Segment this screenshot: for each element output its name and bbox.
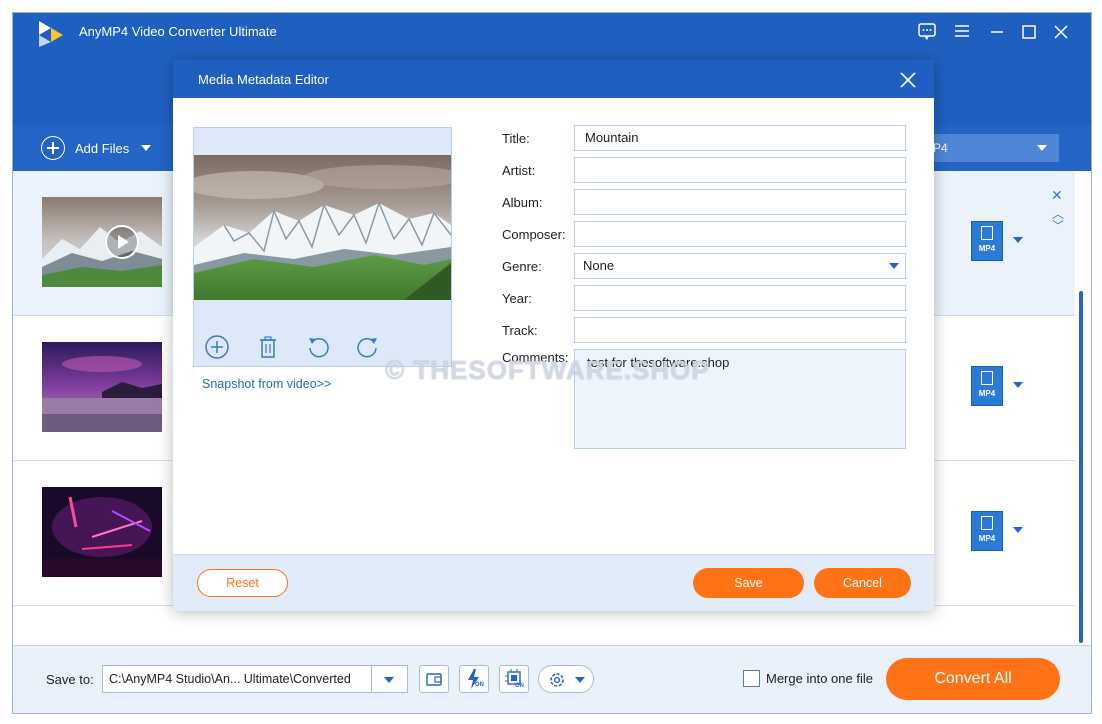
album-label: Album: bbox=[502, 195, 543, 210]
open-folder-button[interactable] bbox=[419, 665, 449, 693]
snapshot-from-video-link[interactable]: Snapshot from video>> bbox=[202, 377, 331, 391]
genre-label: Genre: bbox=[502, 259, 542, 274]
remove-item-icon[interactable]: ✕ bbox=[1051, 187, 1063, 204]
close-icon[interactable] bbox=[897, 69, 919, 91]
dialog-footer: Reset Save Cancel bbox=[173, 554, 934, 611]
artist-label: Artist: bbox=[502, 163, 536, 178]
video-thumbnail[interactable] bbox=[42, 342, 162, 432]
rotate-right-icon[interactable] bbox=[355, 334, 381, 360]
film-icon bbox=[981, 226, 993, 240]
artist-field[interactable] bbox=[574, 157, 906, 183]
merge-checkbox[interactable]: Merge into one file bbox=[743, 670, 873, 687]
chevron-down-icon[interactable] bbox=[1013, 527, 1023, 533]
chevron-down-icon[interactable] bbox=[1013, 382, 1023, 388]
maximize-icon[interactable] bbox=[1015, 19, 1043, 45]
delete-icon[interactable] bbox=[255, 334, 281, 360]
composer-label: Composer: bbox=[502, 227, 566, 242]
add-icon bbox=[41, 136, 65, 160]
title-field[interactable]: Mountain bbox=[574, 125, 906, 151]
year-label: Year: bbox=[502, 291, 532, 306]
add-files-label: Add Files bbox=[75, 140, 130, 156]
genre-select[interactable]: None bbox=[574, 253, 906, 279]
output-format-badge[interactable]: MP4 bbox=[971, 221, 1003, 261]
settings-button[interactable] bbox=[538, 665, 594, 693]
save-to-label: Save to: bbox=[46, 672, 94, 687]
bottom-bar: Save to: C:\AnyMP4 Studio\An... Ultimate… bbox=[13, 645, 1091, 713]
output-format-badge[interactable]: MP4 bbox=[971, 511, 1003, 551]
title-label: Title: bbox=[502, 131, 530, 146]
feedback-icon[interactable] bbox=[913, 19, 941, 45]
gpu-acceleration-button[interactable]: ON bbox=[499, 665, 529, 693]
output-format-badge[interactable]: MP4 bbox=[971, 366, 1003, 406]
menu-icon[interactable] bbox=[948, 19, 976, 45]
scrollbar[interactable] bbox=[1079, 291, 1083, 643]
comments-label: Comments: bbox=[502, 350, 569, 365]
lightning-icon bbox=[468, 669, 479, 689]
convert-all-button[interactable]: Convert All bbox=[886, 658, 1060, 700]
hw-accel-badge: ON bbox=[475, 682, 484, 688]
anymp4-logo-icon bbox=[39, 21, 63, 47]
convert-all-format-select[interactable]: MP4 bbox=[913, 134, 1059, 162]
save-path-field[interactable]: C:\AnyMP4 Studio\An... Ultimate\Converte… bbox=[102, 665, 372, 693]
close-icon[interactable] bbox=[1047, 19, 1075, 45]
metadata-editor-dialog: Media Metadata Editor Snapshot from vide… bbox=[173, 60, 934, 611]
chevron-down-icon bbox=[1037, 145, 1047, 151]
dialog-title: Media Metadata Editor bbox=[198, 72, 329, 87]
album-field[interactable] bbox=[574, 189, 906, 215]
composer-field[interactable] bbox=[574, 221, 906, 247]
film-icon bbox=[981, 371, 993, 385]
cover-toolbar bbox=[194, 328, 451, 366]
gear-icon bbox=[550, 673, 564, 687]
track-field[interactable] bbox=[574, 317, 906, 343]
dialog-title-bar: Media Metadata Editor bbox=[173, 60, 934, 98]
film-icon bbox=[981, 516, 993, 530]
rotate-left-icon[interactable] bbox=[305, 334, 331, 360]
chevron-down-icon bbox=[575, 677, 585, 683]
genre-value: None bbox=[583, 258, 615, 273]
app-window: AnyMP4 Video Converter Ultimate Add File… bbox=[12, 12, 1092, 714]
gpu-badge: ON bbox=[515, 683, 524, 689]
comments-textarea[interactable]: test for thesoftware.shop bbox=[574, 349, 906, 449]
cover-image bbox=[194, 155, 451, 300]
checkbox-box[interactable] bbox=[743, 670, 760, 687]
video-thumbnail[interactable] bbox=[42, 197, 162, 287]
reset-button[interactable]: Reset bbox=[197, 569, 288, 597]
minimize-icon[interactable] bbox=[983, 19, 1011, 45]
chevron-down-icon[interactable] bbox=[1013, 237, 1023, 243]
year-field[interactable] bbox=[574, 285, 906, 311]
track-label: Track: bbox=[502, 323, 538, 338]
save-path-dropdown[interactable] bbox=[372, 665, 408, 693]
save-button[interactable]: Save bbox=[693, 568, 804, 598]
add-files-button[interactable]: Add Files bbox=[41, 134, 152, 162]
folder-icon bbox=[426, 673, 442, 686]
chevron-down-icon bbox=[889, 263, 899, 269]
chevron-down-icon bbox=[384, 677, 394, 683]
cancel-button[interactable]: Cancel bbox=[814, 568, 911, 598]
add-icon[interactable] bbox=[204, 334, 230, 360]
play-icon[interactable] bbox=[104, 224, 140, 260]
app-title: AnyMP4 Video Converter Ultimate bbox=[79, 24, 277, 39]
chevron-down-icon[interactable] bbox=[141, 145, 152, 151]
hardware-acceleration-button[interactable]: ON bbox=[459, 665, 489, 693]
move-down-icon[interactable]: ﹀ bbox=[1052, 217, 1064, 234]
merge-label: Merge into one file bbox=[766, 671, 873, 686]
video-thumbnail[interactable] bbox=[42, 487, 162, 577]
cover-art-panel bbox=[193, 127, 452, 367]
